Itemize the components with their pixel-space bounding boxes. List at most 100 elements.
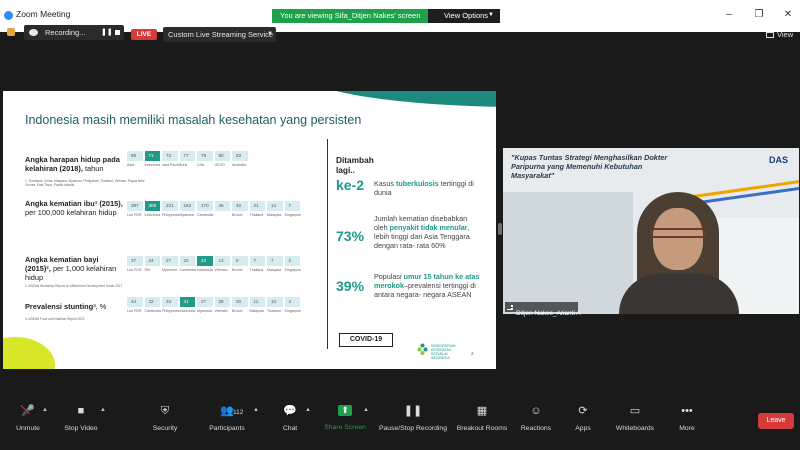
toolbar-label: Unmute — [16, 425, 40, 432]
breakout-rooms-button[interactable]: ▦ Breakout Rooms — [456, 405, 508, 437]
mini-bar-category: Malaysia — [267, 213, 282, 217]
mini-bar-value: 305 — [148, 203, 157, 208]
more-dots-icon: ••• — [681, 405, 693, 417]
stat-description: Kasus tuberkulosis tertinggi di dunia — [374, 179, 480, 197]
mini-bar-category: Thailand — [249, 268, 264, 272]
toolbar-label: Apps — [575, 425, 591, 432]
participants-count: 112 — [233, 409, 244, 416]
toolbar-label: Participants — [209, 425, 245, 432]
das-logo: DAS — [769, 155, 789, 165]
metric-label: Prevalensi stunting³, % — [25, 302, 135, 311]
mini-bar-value: 28 — [218, 299, 224, 304]
mini-bar-value: 32 — [148, 299, 154, 304]
unmute-button[interactable]: 🎤 Unmute — [10, 405, 46, 437]
toolbar-label: Breakout Rooms — [456, 425, 508, 432]
zoom-logo-icon — [4, 11, 13, 20]
toolbar-label: Stop Video — [64, 425, 98, 432]
whiteboards-button[interactable]: ▭ Whiteboards — [614, 405, 656, 437]
mini-bar-value: 80 — [218, 153, 224, 158]
cloud-icon — [29, 29, 38, 36]
zoom-window: Zoom Meeting You are viewing Sifa_Ditjen… — [0, 0, 800, 450]
slide-title: Indonesia masih memiliki masalah kesehat… — [25, 113, 362, 127]
mini-bar-category: Lao PDR — [127, 268, 142, 272]
stat-description: Jumlah kematian disebabkan oleh penyakit… — [374, 214, 482, 250]
stop-video-button[interactable]: ■ Stop Video — [60, 405, 102, 437]
toolbar-label: Whiteboards — [615, 425, 655, 432]
mini-bar — [284, 297, 300, 307]
mini-bar-category: Cambodia — [144, 309, 161, 313]
chat-button[interactable]: 💬 Chat — [277, 405, 303, 437]
toolbar-label: Pause/Stop Recording — [378, 425, 447, 432]
metric-label-normal: per 100,000 kelahiran hidup — [25, 208, 117, 217]
apps-button[interactable]: ⟳ Apps — [572, 405, 594, 437]
restore-button[interactable]: ❐ — [751, 7, 767, 23]
metric-label: Angka harapan hidup pada kelahiran (2018… — [25, 155, 135, 173]
pause-recording-icon[interactable]: ❚❚ — [101, 29, 113, 36]
mini-bar-value: 27 — [201, 299, 207, 304]
mini-bar-category: Myanmar — [162, 268, 177, 272]
mini-bar — [267, 256, 283, 266]
view-options-button[interactable]: View Options ▼ — [428, 9, 500, 23]
stat-value: 39% — [336, 278, 365, 294]
leave-button[interactable]: Leave — [758, 413, 794, 429]
mini-bar-value: 24 — [148, 258, 154, 263]
mini-bar-value: 45 — [218, 203, 224, 208]
mini-bar-value: 170 — [201, 203, 209, 208]
metric-label-normal: ³, % — [93, 302, 107, 311]
mini-bar-category: Thailand — [267, 309, 281, 313]
mini-bar-value: 13 — [218, 258, 224, 263]
mini-bar-value: 21 — [253, 203, 259, 208]
more-button[interactable]: ••• More — [676, 405, 698, 437]
chevron-up-icon[interactable]: ▲ — [253, 407, 259, 413]
mini-bar-category: Vietnam — [214, 309, 228, 313]
metric-label: Angka kematian ibu¹ (2015), per 100,000 … — [25, 199, 135, 217]
speaker-face — [653, 208, 703, 270]
chevron-up-icon[interactable]: ▲ — [42, 407, 48, 413]
close-button[interactable]: ✕ — [780, 7, 796, 23]
security-shield-icon[interactable] — [7, 28, 15, 36]
chevron-up-icon[interactable]: ▲ — [305, 407, 311, 413]
mini-bar-category: Thailand — [249, 213, 264, 217]
mini-bar-category: Indonesia — [179, 309, 196, 313]
mini-bar-category: Singapore — [284, 309, 301, 313]
mini-bar-category: Asia Pacific — [162, 163, 181, 167]
stat-value: ke-2 — [336, 177, 365, 193]
speaker-glasses — [650, 228, 706, 238]
security-button[interactable]: ⛨ Security — [148, 405, 182, 437]
mini-bar-chart: 44 Lao PDR 32 Cambodia 34 Philippines 31 Indone… — [127, 297, 307, 319]
chevron-up-icon[interactable]: ▲ — [363, 407, 369, 413]
reactions-icon: ☺ — [530, 405, 542, 417]
mini-bar-value: 27 — [166, 258, 172, 263]
page-number: 2 — [471, 351, 474, 356]
mini-bar-value: 7 — [271, 258, 274, 263]
live-stream-dropdown[interactable]: Custom Live Streaming Service ▼ — [163, 27, 276, 42]
mini-bar-value: 4 — [288, 299, 292, 304]
mini-bar-category: Philippines — [162, 213, 180, 217]
footnote: 1. Termasuk: China, Malaysia, Myanmar, P… — [25, 179, 145, 187]
minimize-button[interactable]: – — [721, 7, 737, 23]
view-button[interactable]: View — [763, 29, 795, 41]
stat-text-accent: penyakit tidak menular — [389, 223, 468, 232]
metric-label-bold: Angka kematian ibu¹ (2015), — [25, 199, 123, 208]
view-options-label: View Options — [444, 11, 489, 20]
stat-text: Populasi — [374, 272, 404, 281]
mini-bar-category: Turki — [179, 163, 188, 167]
chevron-down-icon: ▼ — [488, 12, 494, 18]
chevron-up-icon[interactable]: ▲ — [100, 407, 106, 413]
mini-bar-value: 37 — [131, 258, 137, 263]
split-drag-handle[interactable] — [498, 223, 502, 235]
mini-bar — [284, 201, 300, 211]
reactions-button[interactable]: ☺ Reactions — [520, 405, 552, 437]
stop-recording-icon[interactable] — [115, 30, 120, 35]
participants-icon: 👥 — [220, 405, 234, 417]
mini-bar-category: Indonesia — [144, 163, 161, 167]
mini-bar-value: 8 — [236, 258, 239, 263]
speaker-video[interactable]: "Kupas Tuntas Strategi Menghasilkan Dokt… — [503, 148, 799, 314]
pause-stop-recording-button[interactable]: ❚❚ Pause/Stop Recording — [378, 405, 448, 437]
share-screen-button[interactable]: ⬆ Share Screen — [323, 405, 367, 437]
mini-bar-category: Lao PDR — [127, 309, 142, 313]
mini-bar-value: 23 — [201, 258, 207, 263]
pause-stop-icon: ❚❚ — [403, 405, 423, 417]
live-badge: LIVE — [131, 29, 157, 40]
mini-bar-category: Cambodia — [197, 213, 214, 217]
